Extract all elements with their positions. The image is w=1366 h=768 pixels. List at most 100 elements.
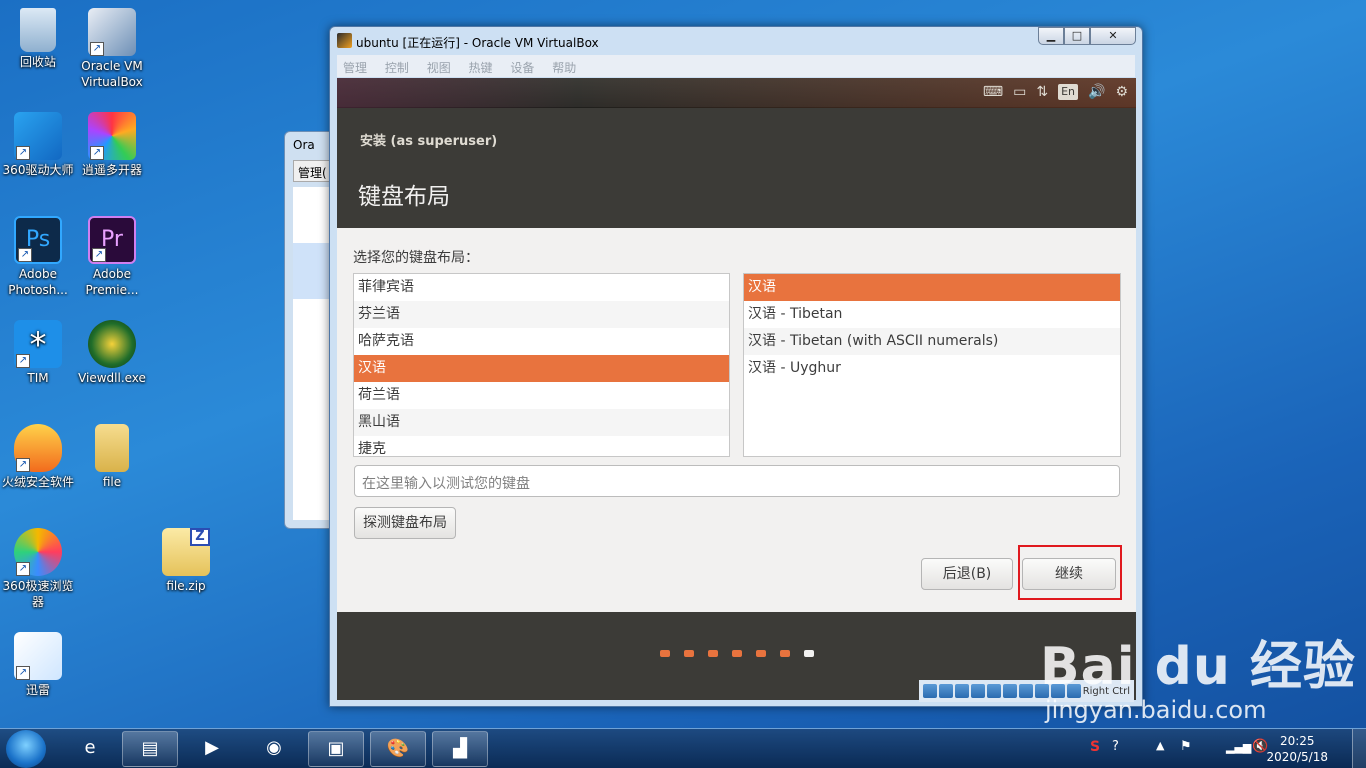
- usb-icon[interactable]: [986, 684, 1001, 698]
- desktop-icon-label: 火绒安全软件: [1, 475, 74, 489]
- settings-gear-icon[interactable]: ⚙: [1115, 84, 1128, 100]
- desktop-icon-thunder[interactable]: ↗ 迅雷: [0, 632, 76, 698]
- desktop-icon-label: Viewdll.exe: [78, 371, 146, 385]
- taskbar-vm-window-icon[interactable]: ▟: [432, 731, 488, 767]
- browser-icon: ↗: [14, 528, 62, 576]
- baidu-watermark: Bai du 经验: [1040, 637, 1356, 697]
- progress-dot: [684, 650, 694, 657]
- taskbar-paint-icon[interactable]: 🎨: [370, 731, 426, 767]
- guest-screen: ⌨ ▭ ⇅ En 🔊 ⚙ 安装 (as superuser) 键盘布局 选择您的…: [337, 78, 1136, 700]
- volume-icon[interactable]: 🔊: [1088, 84, 1105, 100]
- detect-layout-button[interactable]: 探测键盘布局: [354, 507, 456, 539]
- tray-network-icon[interactable]: ▂▄▆: [1226, 741, 1251, 754]
- menu-devices[interactable]: 设备: [510, 61, 534, 75]
- variant-list-item[interactable]: 汉语 - Tibetan (with ASCII numerals): [744, 328, 1120, 355]
- taskbar-explorer-icon[interactable]: ▤: [122, 731, 178, 767]
- desktop-icon-file-zip[interactable]: Z file.zip: [148, 528, 224, 594]
- shortcut-arrow-icon: ↗: [16, 354, 30, 368]
- menu-view[interactable]: 视图: [427, 61, 451, 75]
- ubuntu-top-panel: ⌨ ▭ ⇅ En 🔊 ⚙: [337, 78, 1136, 108]
- installer-header: 安装 (as superuser) 键盘布局: [337, 122, 1136, 228]
- virtualbox-icon: ↗: [88, 8, 136, 56]
- progress-dot: [732, 650, 742, 657]
- layout-list-item[interactable]: 哈萨克语: [354, 328, 729, 355]
- desktop-icon-label: Adobe Premie...: [85, 267, 139, 297]
- desktop-icon-label: 360驱动大师: [2, 163, 74, 177]
- desktop-icon-file-folder[interactable]: file: [74, 424, 150, 490]
- taskbar: e ▤ ▶ ◉ ▣ 🎨 ▟ S ? ▲ ⚑ ▂▄▆ 🔇 20:25 2020/5…: [0, 728, 1366, 768]
- desktop-icon-photoshop[interactable]: Ps ↗ Adobe Photosh...: [0, 216, 76, 298]
- input-method-indicator[interactable]: En: [1058, 84, 1078, 100]
- taskbar-browser-icon[interactable]: ◉: [246, 731, 302, 767]
- variant-list-item-selected[interactable]: 汉语: [744, 274, 1120, 301]
- layout-list-item[interactable]: 黑山语: [354, 409, 729, 436]
- network-adapter-icon[interactable]: [970, 684, 985, 698]
- shared-folder-icon[interactable]: [1002, 684, 1017, 698]
- audio-icon[interactable]: [954, 684, 969, 698]
- tray-sogou-icon[interactable]: S: [1090, 739, 1100, 755]
- driver-master-icon: ↗: [14, 112, 62, 160]
- desktop-icon-virtualbox[interactable]: ↗ Oracle VM VirtualBox: [74, 8, 150, 90]
- installer-body: 选择您的键盘布局： 菲律宾语 芬兰语 哈萨克语 汉语 荷兰语 黑山语 捷克 汉语…: [337, 228, 1136, 612]
- layout-list-item[interactable]: 捷克: [354, 436, 729, 456]
- vm-window-titlebar[interactable]: ubuntu [正在运行] - Oracle VM VirtualBox ▁ □…: [330, 27, 1142, 53]
- taskbar-ie-icon[interactable]: e: [62, 731, 118, 767]
- huorong-icon: ↗: [14, 424, 62, 472]
- progress-dot-current: [804, 650, 814, 657]
- virtualbox-logo-icon: [337, 33, 352, 48]
- variant-list-item[interactable]: 汉语 - Tibetan: [744, 301, 1120, 328]
- layout-list-item[interactable]: 菲律宾语: [354, 274, 729, 301]
- layout-list[interactable]: 菲律宾语 芬兰语 哈萨克语 汉语 荷兰语 黑山语 捷克: [353, 273, 730, 457]
- desktop-icon-premiere[interactable]: Pr ↗ Adobe Premie...: [74, 216, 150, 298]
- desktop-icon-label: TIM: [27, 371, 49, 385]
- layout-list-item[interactable]: 荷兰语: [354, 382, 729, 409]
- menu-hotkey[interactable]: 热键: [469, 61, 493, 75]
- minimize-button[interactable]: ▁: [1038, 27, 1064, 45]
- variant-list[interactable]: 汉语 汉语 - Tibetan 汉语 - Tibetan (with ASCII…: [743, 273, 1121, 457]
- close-button[interactable]: ✕: [1090, 27, 1136, 45]
- show-desktop-button[interactable]: [1352, 729, 1366, 768]
- desktop-icon-tim[interactable]: * ↗ TIM: [0, 320, 76, 386]
- menu-help[interactable]: 帮助: [552, 61, 576, 75]
- desktop-icon-label: 360极速浏览器: [2, 579, 74, 609]
- desktop-icon-label: 迅雷: [25, 683, 50, 697]
- optical-drive-icon[interactable]: [938, 684, 953, 698]
- clock[interactable]: 20:25 2020/5/18: [1266, 733, 1328, 765]
- layout-list-item[interactable]: 芬兰语: [354, 301, 729, 328]
- tray-expand-icon[interactable]: ▲: [1156, 739, 1164, 752]
- desktop-icon-label: Oracle VM VirtualBox: [81, 59, 143, 89]
- network-icon[interactable]: ⇅: [1036, 84, 1048, 100]
- shortcut-arrow-icon: ↗: [90, 42, 104, 56]
- tray-flag-icon[interactable]: ⚑: [1180, 739, 1192, 754]
- tray-help-icon[interactable]: ?: [1112, 739, 1119, 754]
- desktop-icon-multi-opener[interactable]: ↗ 逍遥多开器: [74, 112, 150, 178]
- maximize-button[interactable]: □: [1064, 27, 1090, 45]
- menu-manage[interactable]: 管理: [343, 61, 367, 75]
- photoshop-icon: Ps ↗: [14, 216, 62, 264]
- layout-prompt: 选择您的键盘布局：: [353, 250, 479, 266]
- clock-time: 20:25: [1279, 734, 1315, 748]
- back-button[interactable]: 后退(B): [921, 558, 1013, 590]
- layout-list-item-selected[interactable]: 汉语: [354, 355, 729, 382]
- zip-icon: Z: [162, 528, 210, 576]
- disk-icon[interactable]: [922, 684, 937, 698]
- desktop-icon-recycle-bin[interactable]: 回收站: [0, 8, 76, 70]
- progress-dot: [708, 650, 718, 657]
- keyboard-icon[interactable]: ⌨: [983, 84, 1003, 100]
- taskbar-media-player-icon[interactable]: ▶: [184, 731, 240, 767]
- menu-control[interactable]: 控制: [385, 61, 409, 75]
- battery-icon[interactable]: ▭: [1013, 84, 1026, 100]
- recycle-bin-icon: [20, 8, 56, 52]
- desktop-icon-viewdll[interactable]: Viewdll.exe: [74, 320, 150, 386]
- display-icon[interactable]: [1018, 684, 1033, 698]
- continue-button[interactable]: 继续: [1022, 558, 1116, 590]
- start-button[interactable]: [6, 730, 46, 768]
- desktop-icon-driver-master[interactable]: ↗ 360驱动大师: [0, 112, 76, 178]
- variant-list-item[interactable]: 汉语 - Uyghur: [744, 355, 1120, 382]
- taskbar-virtualbox-icon[interactable]: ▣: [308, 731, 364, 767]
- keyboard-test-input[interactable]: 在这里输入以测试您的键盘: [354, 465, 1120, 497]
- progress-dot: [756, 650, 766, 657]
- desktop-icon-browser[interactable]: ↗ 360极速浏览器: [0, 528, 76, 610]
- desktop-icon-huorong[interactable]: ↗ 火绒安全软件: [0, 424, 76, 490]
- vm-menubar: 管理 控制 视图 热键 设备 帮助: [337, 55, 1135, 77]
